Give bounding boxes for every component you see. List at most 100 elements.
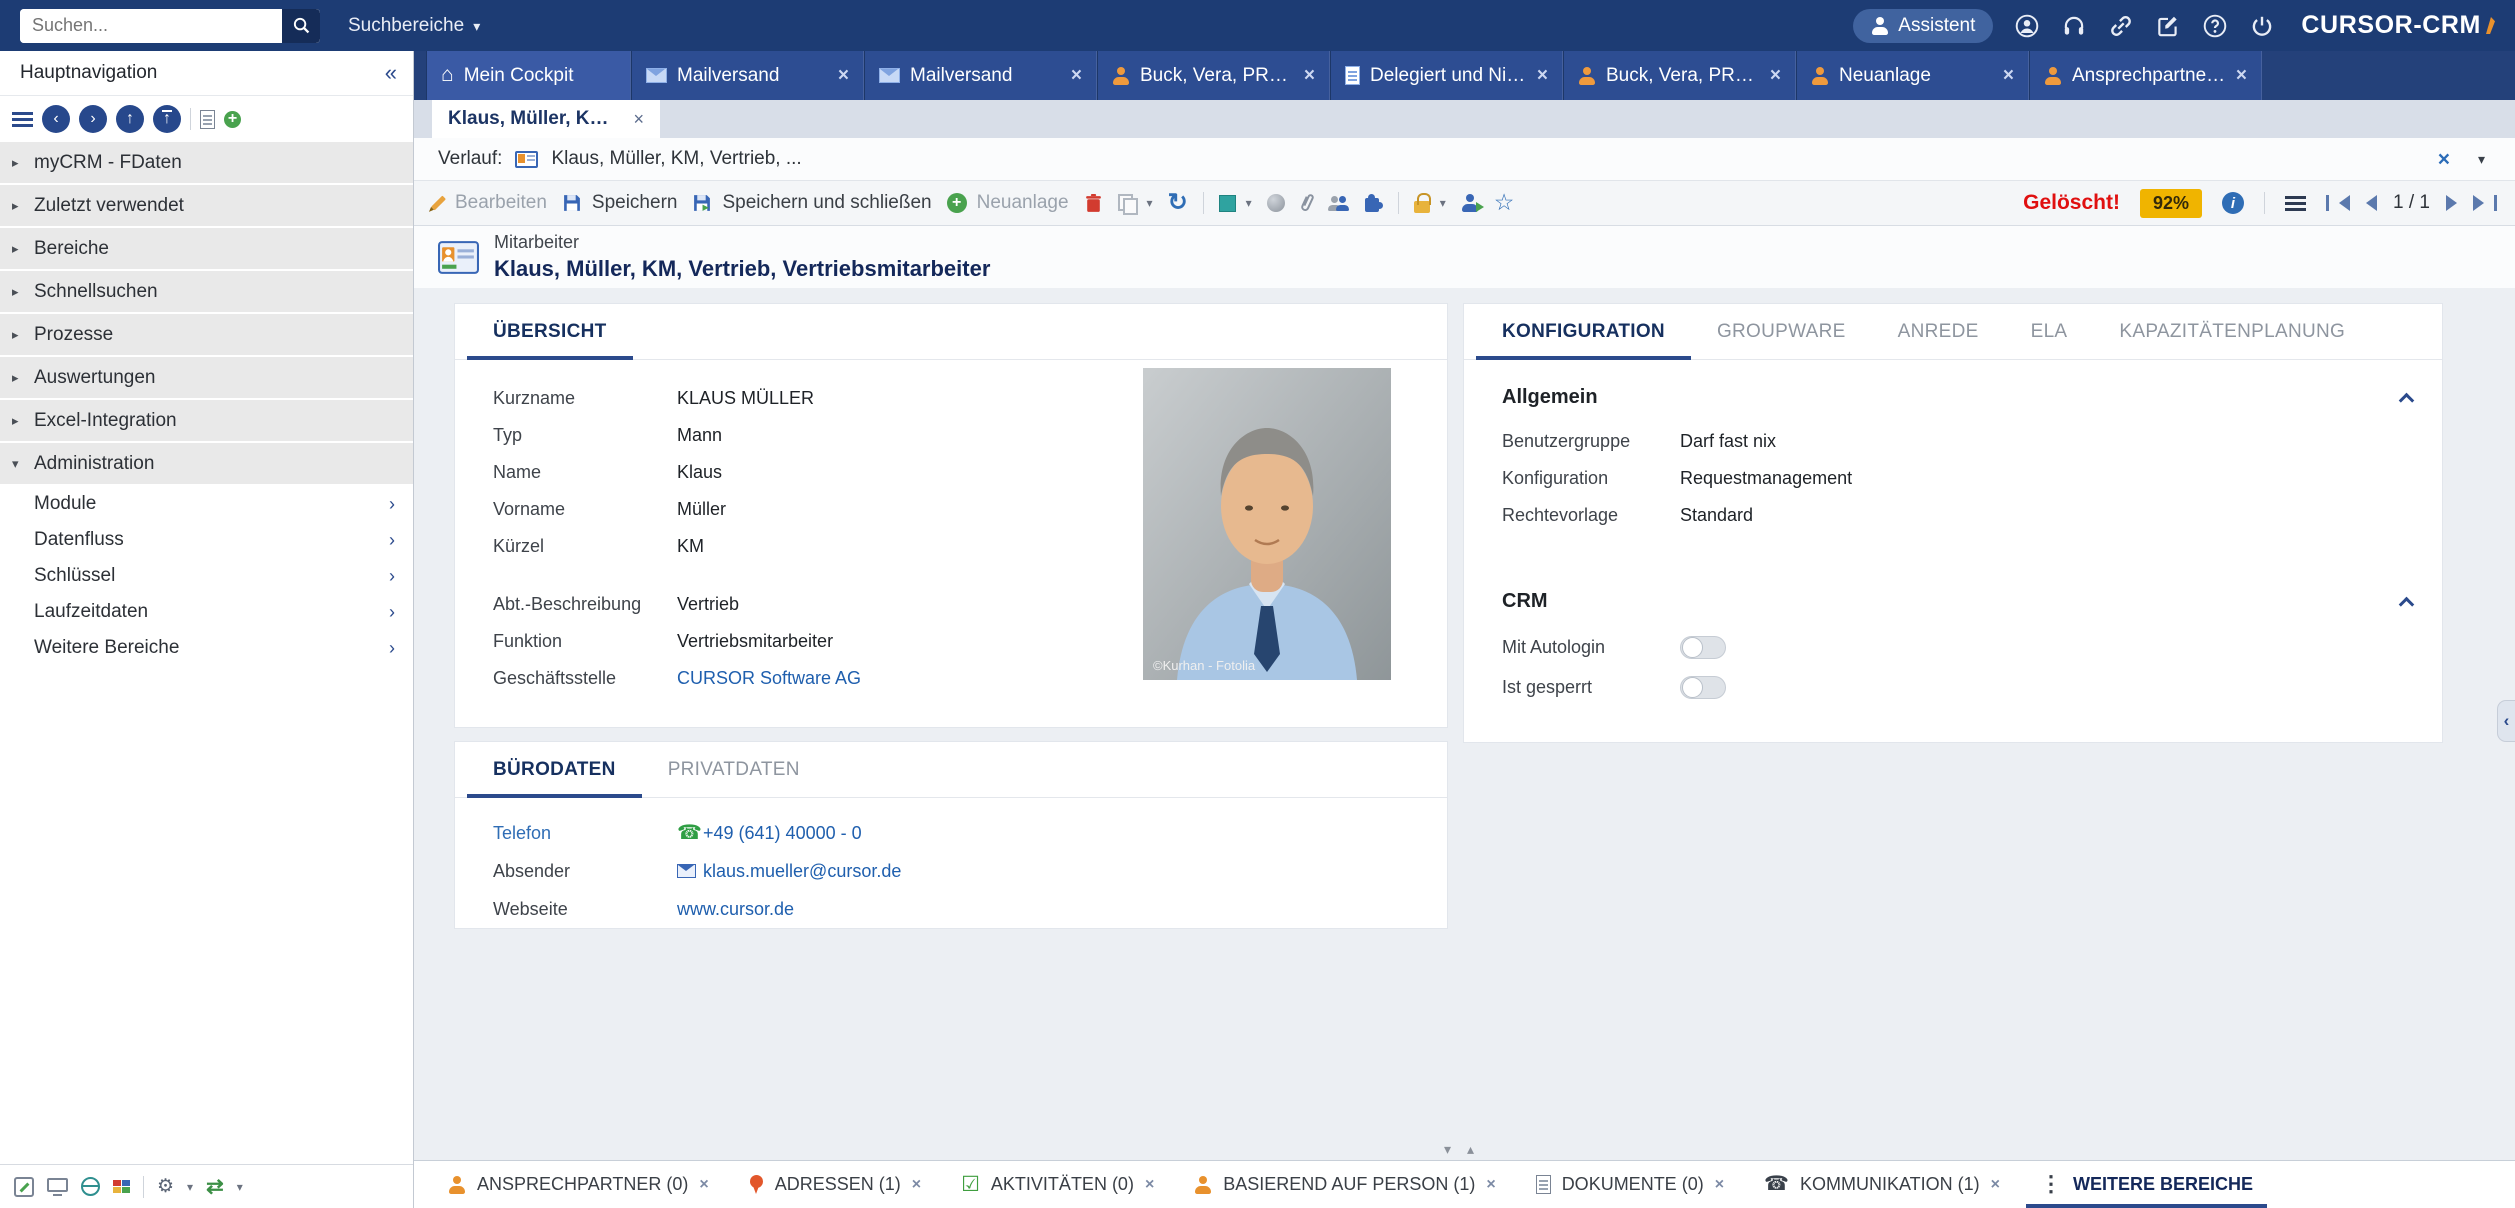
bottom-tab-ansprechpartner[interactable]: ANSPRECHPARTNER (0) xyxy=(428,1161,729,1208)
collapse-section-icon[interactable] xyxy=(2399,392,2415,408)
sidebar-item-administration[interactable]: ▾Administration xyxy=(0,443,413,484)
user-account-icon[interactable] xyxy=(2013,12,2040,39)
chevron-down-icon[interactable] xyxy=(237,1181,243,1193)
support-headset-icon[interactable] xyxy=(2060,12,2087,39)
bottom-tab-aktivitaeten[interactable]: AKTIVITÄTEN (0) xyxy=(941,1161,1174,1208)
tab-privatdaten[interactable]: PRIVATDATEN xyxy=(642,742,826,797)
sidebar-item-excel-integration[interactable]: ▸Excel-Integration xyxy=(0,400,413,441)
save-close-button[interactable]: Speichern und schließen xyxy=(692,192,931,214)
sidebar-subitem-datenfluss[interactable]: Datenfluss› xyxy=(0,522,413,558)
tab-anrede[interactable]: ANREDE xyxy=(1872,304,2005,359)
email-link[interactable]: klaus.mueller@cursor.de xyxy=(703,861,901,882)
add-document-icon[interactable] xyxy=(224,111,241,128)
list-menu-icon[interactable] xyxy=(2285,196,2306,211)
favorite-button[interactable] xyxy=(1494,191,1515,216)
main-tab-buck-vera-2[interactable]: Buck, Vera, PRO MA... xyxy=(1563,51,1796,100)
plugin-button[interactable] xyxy=(1365,194,1383,212)
edit-button[interactable]: Bearbeiten xyxy=(432,192,547,214)
new-document-icon[interactable] xyxy=(200,110,215,129)
autologin-toggle[interactable] xyxy=(1680,636,1726,659)
tab-ela[interactable]: ELA xyxy=(2005,304,2094,359)
close-icon[interactable] xyxy=(1071,66,1082,85)
locked-toggle[interactable] xyxy=(1680,676,1726,699)
prev-page-button[interactable] xyxy=(2366,195,2377,211)
search-input[interactable] xyxy=(20,9,282,43)
nav-forward-button[interactable]: › xyxy=(79,105,107,133)
right-panel-expander[interactable]: ‹ xyxy=(2497,700,2515,742)
copy-button[interactable] xyxy=(1118,194,1153,212)
info-icon[interactable] xyxy=(2222,192,2244,214)
main-tab-neuanlage[interactable]: Neuanlage xyxy=(1796,51,2029,100)
main-tab-buck-vera-1[interactable]: Buck, Vera, PRO MA... xyxy=(1097,51,1330,100)
phone-link[interactable]: +49 (641) 40000 - 0 xyxy=(703,823,862,844)
document-tab-klaus-mueller[interactable]: Klaus, Müller, KM, V... xyxy=(432,100,660,138)
hamburger-icon[interactable] xyxy=(12,112,33,127)
sidebar-item-auswertungen[interactable]: ▸Auswertungen xyxy=(0,357,413,398)
workstation-icon[interactable] xyxy=(47,1178,68,1192)
nav-top-button[interactable]: ↑ xyxy=(153,105,181,133)
refresh-button[interactable] xyxy=(1168,191,1188,216)
lock-button[interactable] xyxy=(1414,194,1446,213)
compose-icon[interactable] xyxy=(2154,12,2181,39)
help-icon[interactable] xyxy=(2201,12,2228,39)
close-icon[interactable] xyxy=(2236,66,2247,85)
sidebar-item-prozesse[interactable]: ▸Prozesse xyxy=(0,314,413,355)
attachment-button[interactable] xyxy=(1300,192,1312,214)
close-icon[interactable] xyxy=(1991,1177,2000,1193)
share-person-button[interactable] xyxy=(1461,194,1479,212)
contacts-button[interactable] xyxy=(1327,196,1350,211)
close-icon[interactable] xyxy=(1486,1177,1495,1193)
document-settings-icon[interactable] xyxy=(157,1177,174,1197)
first-page-button[interactable] xyxy=(2326,195,2350,211)
bottom-tab-dokumente[interactable]: DOKUMENTE (0) xyxy=(1516,1161,1744,1208)
next-page-button[interactable] xyxy=(2446,195,2457,211)
close-icon[interactable] xyxy=(1770,66,1781,85)
assistant-button[interactable]: Assistent xyxy=(1853,9,1993,43)
tab-buerodaten[interactable]: BÜRODATEN xyxy=(467,742,642,797)
sidebar-item-mycrm-fdaten[interactable]: ▸myCRM - FDaten xyxy=(0,142,413,183)
chevron-down-icon[interactable] xyxy=(1444,1142,1451,1156)
nav-up-button[interactable]: ↑ xyxy=(116,105,144,133)
sidebar-item-schnellsuchen[interactable]: ▸Schnellsuchen xyxy=(0,271,413,312)
power-icon[interactable] xyxy=(2248,12,2275,39)
bottom-tab-kommunikation[interactable]: KOMMUNIKATION (1) xyxy=(1744,1161,2020,1208)
website-link[interactable]: www.cursor.de xyxy=(677,899,794,920)
tab-groupware[interactable]: GROUPWARE xyxy=(1691,304,1872,359)
sidebar-subitem-schluessel[interactable]: Schlüssel› xyxy=(0,558,413,594)
sidebar-item-zuletzt-verwendet[interactable]: ▸Zuletzt verwendet xyxy=(0,185,413,226)
sidebar-item-bereiche[interactable]: ▸Bereiche xyxy=(0,228,413,269)
tab-kapazitaetenplanung[interactable]: KAPAZITÄTENPLANUNG xyxy=(2093,304,2371,359)
last-page-button[interactable] xyxy=(2473,195,2497,211)
globe-icon[interactable] xyxy=(81,1177,100,1196)
close-icon[interactable] xyxy=(2438,149,2450,170)
search-button[interactable] xyxy=(282,9,320,43)
close-icon[interactable] xyxy=(1715,1177,1724,1193)
close-icon[interactable] xyxy=(1304,66,1315,85)
main-tab-mailversand-1[interactable]: Mailversand xyxy=(631,51,864,100)
nav-back-button[interactable]: ‹ xyxy=(42,105,70,133)
tab-konfiguration[interactable]: KONFIGURATION xyxy=(1476,304,1691,359)
main-tab-mailversand-2[interactable]: Mailversand xyxy=(864,51,1097,100)
main-tab-mein-cockpit[interactable]: Mein Cockpit xyxy=(426,51,631,100)
main-tab-ansprechpartner[interactable]: Ansprechpartner im... xyxy=(2029,51,2262,100)
sidebar-subitem-laufzeitdaten[interactable]: Laufzeitdaten› xyxy=(0,594,413,630)
tab-uebersicht[interactable]: ÜBERSICHT xyxy=(467,304,633,359)
link-icon[interactable] xyxy=(2107,12,2134,39)
close-icon[interactable] xyxy=(699,1177,708,1193)
chevron-down-icon[interactable] xyxy=(187,1181,193,1193)
history-entry[interactable]: Klaus, Müller, KM, Vertrieb, ... xyxy=(551,148,801,170)
close-icon[interactable] xyxy=(912,1177,921,1193)
sidebar-subitem-weitere-bereiche[interactable]: Weitere Bereiche› xyxy=(0,630,413,666)
bottom-tab-weitere-bereiche[interactable]: WEITERE BEREICHE xyxy=(2020,1161,2273,1208)
office-link[interactable]: CURSOR Software AG xyxy=(677,668,861,689)
close-icon[interactable] xyxy=(633,110,644,128)
search-scope-dropdown[interactable]: Suchbereiche xyxy=(348,15,480,37)
note-edit-icon[interactable] xyxy=(14,1177,34,1197)
close-icon[interactable] xyxy=(1145,1177,1154,1193)
close-icon[interactable] xyxy=(838,66,849,85)
main-tab-delegiert[interactable]: Delegiert und Nicht ... xyxy=(1330,51,1563,100)
save-button[interactable]: Speichern xyxy=(562,192,678,214)
new-record-button[interactable]: Neuanlage xyxy=(947,192,1069,214)
bottom-tab-basierend-auf-person[interactable]: BASIEREND AUF PERSON (1) xyxy=(1174,1161,1515,1208)
sidebar-subitem-module[interactable]: Module› xyxy=(0,486,413,522)
